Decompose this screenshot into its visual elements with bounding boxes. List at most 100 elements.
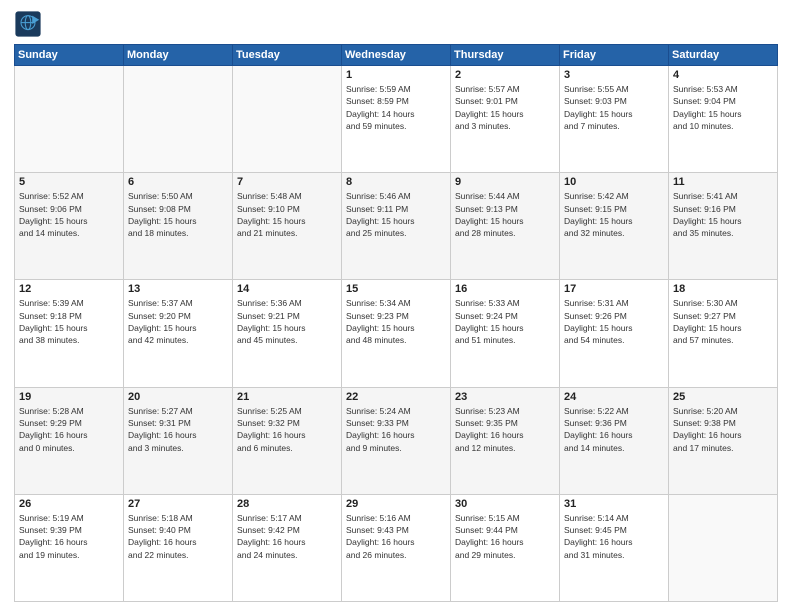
- day-number: 12: [19, 283, 119, 295]
- day-number: 11: [673, 176, 773, 188]
- day-header-saturday: Saturday: [669, 45, 778, 66]
- calendar-cell: 27Sunrise: 5:18 AMSunset: 9:40 PMDayligh…: [124, 494, 233, 601]
- calendar-cell: 4 Sunrise: 5:53 AMSunset: 9:04 PMDaylight…: [669, 66, 778, 173]
- calendar-table: SundayMondayTuesdayWednesdayThursdayFrid…: [14, 44, 778, 602]
- calendar-cell: 31 Sunrise: 5:14 AMSunset: 9:45 PMDayligh…: [560, 494, 669, 601]
- day-info: Sunrise: 5:50 AMSunset: 9:08 PMDaylight:…: [128, 190, 228, 239]
- day-number: 20: [128, 391, 228, 403]
- day-number: 10: [564, 176, 664, 188]
- calendar-cell: 7 Sunrise: 5:48 AMSunset: 9:10 PMDaylight…: [233, 173, 342, 280]
- day-info: Sunrise: 5:55 AMSunset: 9:03 PMDaylight:…: [564, 83, 664, 132]
- day-info: Sunrise: 5:17 AMSunset: 9:42 PMDaylight:…: [237, 512, 337, 561]
- calendar-cell: 10 Sunrise: 5:42 AMSunset: 9:15 PMDayligh…: [560, 173, 669, 280]
- day-info: Sunrise: 5:59 AMSunset: 8:59 PMDaylight:…: [346, 83, 446, 132]
- day-number: 22: [346, 391, 446, 403]
- calendar-cell: 6 Sunrise: 5:50 AMSunset: 9:08 PMDaylight…: [124, 173, 233, 280]
- day-number: 31: [564, 498, 664, 510]
- day-number: 28: [237, 498, 337, 510]
- week-row-4: 19 Sunrise: 5:28 AMSunset: 9:29 PMDayligh…: [15, 387, 778, 494]
- day-number: 2: [455, 69, 555, 81]
- day-number: 14: [237, 283, 337, 295]
- calendar-cell: 22 Sunrise: 5:24 AMSunset: 9:33 PMDayligh…: [342, 387, 451, 494]
- calendar-cell: 19 Sunrise: 5:28 AMSunset: 9:29 PMDayligh…: [15, 387, 124, 494]
- day-number: 16: [455, 283, 555, 295]
- day-header-sunday: Sunday: [15, 45, 124, 66]
- calendar-cell: 9 Sunrise: 5:44 AMSunset: 9:13 PMDaylight…: [451, 173, 560, 280]
- calendar-header: SundayMondayTuesdayWednesdayThursdayFrid…: [15, 45, 778, 66]
- calendar-cell: [669, 494, 778, 601]
- day-number: 9: [455, 176, 555, 188]
- calendar-cell: 1 Sunrise: 5:59 AMSunset: 8:59 PMDaylight…: [342, 66, 451, 173]
- day-header-wednesday: Wednesday: [342, 45, 451, 66]
- calendar-cell: 3Sunrise: 5:55 AMSunset: 9:03 PMDaylight…: [560, 66, 669, 173]
- day-info: Sunrise: 5:57 AMSunset: 9:01 PMDaylight:…: [455, 83, 555, 132]
- week-row-2: 5 Sunrise: 5:52 AMSunset: 9:06 PMDaylight…: [15, 173, 778, 280]
- week-row-5: 26 Sunrise: 5:19 AMSunset: 9:39 PMDayligh…: [15, 494, 778, 601]
- calendar-cell: 23 Sunrise: 5:23 AMSunset: 9:35 PMDayligh…: [451, 387, 560, 494]
- header-row: SundayMondayTuesdayWednesdayThursdayFrid…: [15, 45, 778, 66]
- calendar-cell: 21 Sunrise: 5:25 AMSunset: 9:32 PMDayligh…: [233, 387, 342, 494]
- calendar-cell: 13Sunrise: 5:37 AMSunset: 9:20 PMDayligh…: [124, 280, 233, 387]
- day-info: Sunrise: 5:52 AMSunset: 9:06 PMDaylight:…: [19, 190, 119, 239]
- calendar-cell: 28 Sunrise: 5:17 AMSunset: 9:42 PMDayligh…: [233, 494, 342, 601]
- calendar-cell: 5 Sunrise: 5:52 AMSunset: 9:06 PMDaylight…: [15, 173, 124, 280]
- day-number: 7: [237, 176, 337, 188]
- day-header-tuesday: Tuesday: [233, 45, 342, 66]
- day-number: 25: [673, 391, 773, 403]
- day-number: 8: [346, 176, 446, 188]
- day-number: 26: [19, 498, 119, 510]
- week-row-1: 1 Sunrise: 5:59 AMSunset: 8:59 PMDaylight…: [15, 66, 778, 173]
- calendar-cell: [124, 66, 233, 173]
- day-info: Sunrise: 5:33 AMSunset: 9:24 PMDaylight:…: [455, 297, 555, 346]
- day-info: Sunrise: 5:36 AMSunset: 9:21 PMDaylight:…: [237, 297, 337, 346]
- calendar-cell: 17Sunrise: 5:31 AMSunset: 9:26 PMDayligh…: [560, 280, 669, 387]
- logo: [14, 10, 46, 38]
- day-info: Sunrise: 5:31 AMSunset: 9:26 PMDaylight:…: [564, 297, 664, 346]
- calendar-cell: 30Sunrise: 5:15 AMSunset: 9:44 PMDayligh…: [451, 494, 560, 601]
- day-info: Sunrise: 5:34 AMSunset: 9:23 PMDaylight:…: [346, 297, 446, 346]
- day-info: Sunrise: 5:19 AMSunset: 9:39 PMDaylight:…: [19, 512, 119, 561]
- day-info: Sunrise: 5:18 AMSunset: 9:40 PMDaylight:…: [128, 512, 228, 561]
- calendar-cell: 29Sunrise: 5:16 AMSunset: 9:43 PMDayligh…: [342, 494, 451, 601]
- calendar-cell: 15Sunrise: 5:34 AMSunset: 9:23 PMDayligh…: [342, 280, 451, 387]
- day-info: Sunrise: 5:42 AMSunset: 9:15 PMDaylight:…: [564, 190, 664, 239]
- day-number: 13: [128, 283, 228, 295]
- day-info: Sunrise: 5:48 AMSunset: 9:10 PMDaylight:…: [237, 190, 337, 239]
- day-info: Sunrise: 5:28 AMSunset: 9:29 PMDaylight:…: [19, 405, 119, 454]
- day-info: Sunrise: 5:46 AMSunset: 9:11 PMDaylight:…: [346, 190, 446, 239]
- page: SundayMondayTuesdayWednesdayThursdayFrid…: [0, 0, 792, 612]
- day-number: 4: [673, 69, 773, 81]
- calendar-cell: 24Sunrise: 5:22 AMSunset: 9:36 PMDayligh…: [560, 387, 669, 494]
- day-number: 1: [346, 69, 446, 81]
- day-number: 19: [19, 391, 119, 403]
- day-info: Sunrise: 5:24 AMSunset: 9:33 PMDaylight:…: [346, 405, 446, 454]
- day-info: Sunrise: 5:44 AMSunset: 9:13 PMDaylight:…: [455, 190, 555, 239]
- calendar-cell: [15, 66, 124, 173]
- week-row-3: 12 Sunrise: 5:39 AMSunset: 9:18 PMDayligh…: [15, 280, 778, 387]
- day-number: 29: [346, 498, 446, 510]
- day-info: Sunrise: 5:30 AMSunset: 9:27 PMDaylight:…: [673, 297, 773, 346]
- calendar-cell: [233, 66, 342, 173]
- day-info: Sunrise: 5:41 AMSunset: 9:16 PMDaylight:…: [673, 190, 773, 239]
- day-info: Sunrise: 5:25 AMSunset: 9:32 PMDaylight:…: [237, 405, 337, 454]
- day-info: Sunrise: 5:39 AMSunset: 9:18 PMDaylight:…: [19, 297, 119, 346]
- day-info: Sunrise: 5:22 AMSunset: 9:36 PMDaylight:…: [564, 405, 664, 454]
- calendar-body: 1 Sunrise: 5:59 AMSunset: 8:59 PMDaylight…: [15, 66, 778, 602]
- day-info: Sunrise: 5:53 AMSunset: 9:04 PMDaylight:…: [673, 83, 773, 132]
- day-header-thursday: Thursday: [451, 45, 560, 66]
- day-info: Sunrise: 5:15 AMSunset: 9:44 PMDaylight:…: [455, 512, 555, 561]
- day-header-monday: Monday: [124, 45, 233, 66]
- calendar-cell: 2 Sunrise: 5:57 AMSunset: 9:01 PMDaylight…: [451, 66, 560, 173]
- calendar-cell: 25Sunrise: 5:20 AMSunset: 9:38 PMDayligh…: [669, 387, 778, 494]
- calendar-cell: 12 Sunrise: 5:39 AMSunset: 9:18 PMDayligh…: [15, 280, 124, 387]
- calendar-cell: 16 Sunrise: 5:33 AMSunset: 9:24 PMDayligh…: [451, 280, 560, 387]
- calendar-cell: 11 Sunrise: 5:41 AMSunset: 9:16 PMDayligh…: [669, 173, 778, 280]
- calendar-cell: 20Sunrise: 5:27 AMSunset: 9:31 PMDayligh…: [124, 387, 233, 494]
- day-number: 5: [19, 176, 119, 188]
- day-info: Sunrise: 5:23 AMSunset: 9:35 PMDaylight:…: [455, 405, 555, 454]
- day-info: Sunrise: 5:14 AMSunset: 9:45 PMDaylight:…: [564, 512, 664, 561]
- day-number: 21: [237, 391, 337, 403]
- calendar-cell: 18Sunrise: 5:30 AMSunset: 9:27 PMDayligh…: [669, 280, 778, 387]
- day-number: 6: [128, 176, 228, 188]
- day-number: 23: [455, 391, 555, 403]
